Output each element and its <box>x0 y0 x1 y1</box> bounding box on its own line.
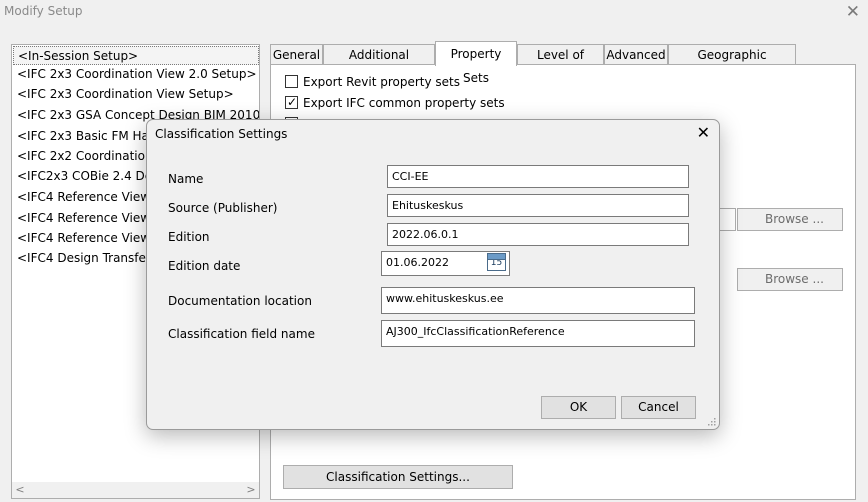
export-revit-psets-checkbox[interactable] <box>285 75 298 88</box>
export-ifc-common-psets-label: Export IFC common property sets <box>303 96 505 110</box>
classification-settings-dialog: Classification Settings ✕ Name CCI-EE So… <box>146 119 720 430</box>
tab-geographic-reference[interactable]: Geographic Reference <box>668 44 796 82</box>
name-label: Name <box>168 172 204 186</box>
resize-grip-icon[interactable] <box>706 416 716 426</box>
field-name-label: Classification field name <box>168 327 315 341</box>
tab-property-sets[interactable]: Property Sets <box>435 41 517 85</box>
field-name-field[interactable]: AJ300_IfcClassificationReference <box>381 320 695 347</box>
doc-location-field[interactable]: www.ehituskeskus.ee <box>381 287 695 314</box>
browse-button[interactable]: Browse ... <box>737 268 843 291</box>
scroll-left-icon[interactable]: < <box>12 482 28 498</box>
check-mark-icon: ✓ <box>287 95 298 109</box>
setup-list-hscrollbar[interactable]: < > <box>12 482 259 498</box>
edition-date-picker[interactable]: 01.06.2022 15 <box>381 251 510 276</box>
ok-button[interactable]: OK <box>541 396 616 419</box>
window-titlebar: Modify Setup ✕ <box>0 0 868 26</box>
tab-level-of-detail[interactable]: Level of Detail <box>517 44 604 82</box>
cancel-button[interactable]: Cancel <box>621 396 696 419</box>
export-revit-psets-label: Export Revit property sets <box>303 75 461 89</box>
setup-item[interactable]: <IFC 2x3 Coordination View 2.0 Setup> <box>17 65 257 84</box>
name-field[interactable]: CCI-EE <box>387 165 689 188</box>
edition-field[interactable]: 2022.06.0.1 <box>387 223 689 246</box>
setup-item[interactable]: <IFC 2x3 Coordination View Setup> <box>17 85 234 104</box>
window-title: Modify Setup <box>4 4 83 18</box>
setup-item-in-session[interactable]: <In-Session Setup> <box>13 46 259 65</box>
export-ifc-common-psets-checkbox[interactable]: ✓ <box>285 95 298 109</box>
tab-additional-content[interactable]: Additional Content <box>323 44 435 82</box>
window-close-icon[interactable]: ✕ <box>846 1 860 23</box>
classification-settings-button[interactable]: Classification Settings... <box>283 465 513 489</box>
edition-date-label: Edition date <box>168 259 241 273</box>
tab-advanced[interactable]: Advanced <box>604 44 668 65</box>
scroll-right-icon[interactable]: > <box>243 482 259 498</box>
dialog-close-icon[interactable]: ✕ <box>697 122 710 144</box>
edition-label: Edition <box>168 230 210 244</box>
calendar-icon[interactable]: 15 <box>487 253 506 271</box>
edition-date-value: 01.06.2022 <box>386 256 449 269</box>
doc-location-label: Documentation location <box>168 294 312 308</box>
browse-button[interactable]: Browse ... <box>737 208 843 231</box>
source-label: Source (Publisher) <box>168 201 278 215</box>
source-field[interactable]: Ehituskeskus <box>387 194 689 217</box>
tab-general[interactable]: General <box>270 44 323 65</box>
dialog-title: Classification Settings <box>155 127 288 141</box>
